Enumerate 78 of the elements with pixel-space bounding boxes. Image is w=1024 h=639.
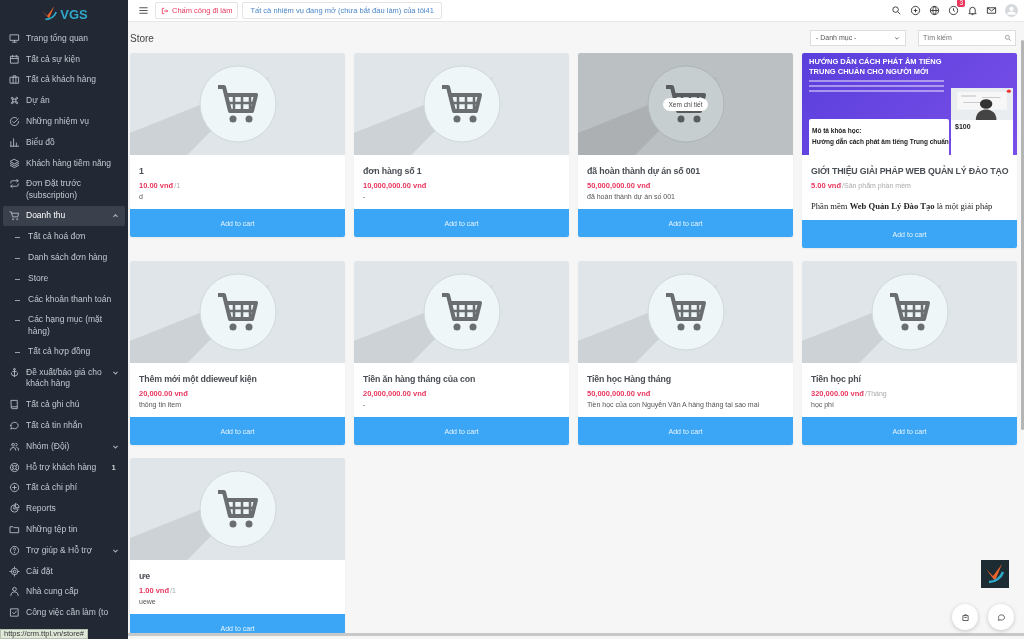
pie-chart-icon — [9, 503, 20, 515]
search-icon — [1004, 33, 1012, 42]
sidebar-item[interactable]: Tất cả chi phí — [3, 477, 125, 499]
book-icon — [9, 399, 20, 411]
sidebar-item[interactable]: Tất cả tin nhắn — [3, 415, 125, 436]
sidebar-item[interactable]: Trang tổng quan — [3, 28, 125, 49]
sidebar-item[interactable]: Hỗ trợ khách hàng 1 — [3, 456, 125, 478]
sidebar-item[interactable]: Tất cả sự kiện — [3, 48, 125, 70]
product-title[interactable]: Tiền ăn hàng tháng của con — [363, 373, 560, 385]
cart-fab[interactable] — [952, 604, 978, 630]
logo-text: VGS — [60, 6, 88, 22]
sidebar-item[interactable]: Reports — [3, 498, 125, 520]
product-title[interactable]: 1 — [139, 165, 336, 177]
sidebar-item[interactable]: Khách hàng tiềm năng — [3, 152, 125, 174]
submenu-item[interactable]: Các khoản thanh toán — [3, 288, 125, 310]
login-icon — [161, 6, 169, 15]
sidebar-item[interactable]: Công việc cần làm (to — [3, 602, 125, 624]
notification-bell-icon[interactable] — [967, 5, 978, 16]
sidebar-item[interactable]: Tất cả ghi chú — [3, 394, 125, 416]
menu-icon[interactable] — [138, 5, 149, 16]
folder-icon — [9, 523, 20, 535]
sidebar-item[interactable]: Cài đặt — [3, 560, 125, 582]
submenu-item[interactable]: Danh sách đơn hàng — [3, 247, 125, 268]
sidebar-item[interactable]: Đơn Đặt trước (subscription) — [3, 173, 125, 206]
dash-icon — [15, 278, 20, 280]
product-title[interactable]: đơn hàng số 1 — [363, 165, 560, 177]
lifebuoy-icon — [9, 461, 20, 473]
sidebar-item[interactable]: Biểu đồ — [3, 132, 125, 153]
briefcase-icon — [9, 74, 20, 86]
product-title[interactable]: Thêm mới một ddieweuf kiện — [139, 373, 336, 385]
person-icon — [9, 586, 20, 598]
command-key-icon — [9, 95, 20, 107]
product-title[interactable]: Tiền học Hàng tháng — [587, 373, 784, 385]
sidebar-item[interactable]: Đề xuất/báo giá cho khách hàng — [3, 362, 125, 395]
chevron-down-icon — [894, 34, 900, 41]
sidebar-item[interactable]: Nhà cung cấp — [3, 581, 125, 603]
users-icon — [9, 440, 20, 452]
chat-bubble-icon — [996, 612, 1006, 622]
layers-icon — [9, 157, 20, 169]
submenu-item[interactable]: Store — [3, 267, 125, 289]
dash-icon — [15, 237, 20, 239]
chat-bubble-icon — [9, 419, 20, 431]
product-title[interactable]: Tiền học phí — [811, 373, 1008, 385]
checkbox-icon — [9, 607, 20, 619]
bar-chart-icon — [9, 136, 20, 148]
calendar-icon — [9, 53, 20, 65]
cart-icon — [9, 210, 20, 222]
app-logo-icon[interactable] — [981, 560, 1009, 588]
product-title[interactable]: ưe — [139, 570, 336, 582]
dash-icon — [15, 299, 20, 301]
globe-icon[interactable] — [929, 5, 940, 16]
help-icon — [9, 544, 20, 556]
submenu-item[interactable]: Tất cả hoá đơn — [3, 226, 125, 248]
monitor-icon — [9, 32, 20, 44]
scrollbar-thumb[interactable] — [1021, 40, 1024, 430]
settings-icon — [9, 565, 20, 577]
sidebar-item[interactable]: Tất cả khách hàng — [3, 69, 125, 91]
clock-icon[interactable] — [948, 5, 959, 16]
repeat-icon — [9, 178, 20, 190]
anchor-icon — [9, 367, 20, 379]
product-title[interactable]: đã hoàn thành dự án số 001 — [587, 165, 784, 177]
sidebar-item[interactable]: Những tệp tin — [3, 519, 125, 540]
page-title: Store — [130, 33, 154, 44]
search-icon[interactable] — [891, 5, 902, 16]
product-description: Phần mềm Web Quản Lý Đào Tạo là một giải pháp — [811, 201, 994, 212]
submenu-item[interactable]: Tất cả hợp đồng — [3, 341, 125, 363]
mail-icon[interactable] — [986, 5, 997, 16]
dash-icon — [15, 352, 20, 354]
sidebar-item[interactable]: Dự án — [3, 90, 125, 112]
product-title[interactable]: GIỚI THIỆU GIẢI PHÁP WEB QUẢN LÝ ĐÀO TẠO — [811, 165, 1008, 177]
sidebar-item[interactable]: Những nhiệm vụ — [3, 111, 125, 132]
sidebar-item[interactable]: Doanh thu — [3, 205, 125, 227]
dash-icon — [15, 257, 20, 259]
sidebar-item[interactable]: Trợ giúp & Hỗ trợ — [3, 539, 125, 561]
sidebar-item[interactable]: Nhóm (Đội) — [3, 435, 125, 457]
shopping-bag-icon — [960, 612, 970, 622]
dash-icon — [15, 320, 20, 322]
submenu-item[interactable]: Các hạng mục (mặt hàng) — [3, 309, 125, 342]
